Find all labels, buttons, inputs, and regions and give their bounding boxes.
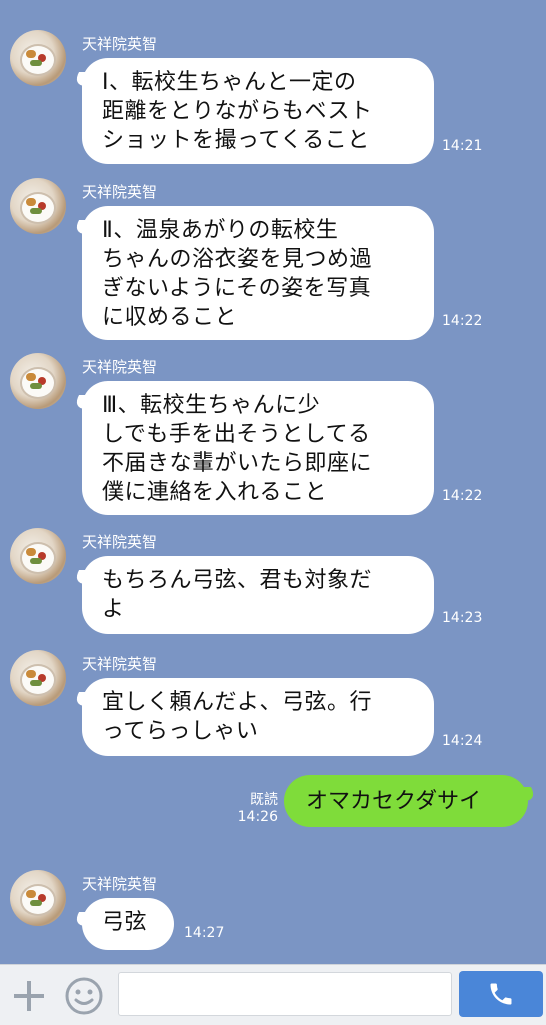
outgoing-bubble[interactable]: オマカセクダサイ: [284, 775, 528, 827]
sender-name: 天祥院英智: [82, 655, 158, 673]
sender-name: 天祥院英智: [82, 533, 158, 551]
message-bubble[interactable]: 宜しく頼んだよ、弓弦。行 ってらっしゃい: [82, 678, 434, 756]
plus-icon[interactable]: [12, 979, 46, 1013]
sender-name: 天祥院英智: [82, 35, 158, 53]
message-bubble[interactable]: もちろん弓弦、君も対象だ よ: [82, 556, 434, 634]
avatar[interactable]: [10, 30, 66, 86]
sender-name: 天祥院英智: [82, 183, 158, 201]
message-time: 14:21: [442, 138, 483, 154]
message-input-bar: [0, 964, 546, 1025]
chat-area[interactable]: 天祥院英智 Ⅰ、転校生ちゃんと一定の 距離をとりながらもベスト ショットを撮って…: [0, 0, 546, 964]
read-label: 既読: [250, 792, 278, 808]
avatar[interactable]: [10, 528, 66, 584]
smiley-icon[interactable]: [64, 976, 104, 1016]
message-input[interactable]: [118, 972, 452, 1016]
message-bubble[interactable]: 弓弦: [82, 898, 174, 950]
sender-name: 天祥院英智: [82, 358, 158, 376]
message-time: 14:26: [237, 809, 278, 825]
avatar[interactable]: [10, 650, 66, 706]
message-time: 14:24: [442, 733, 483, 749]
avatar[interactable]: [10, 353, 66, 409]
message-time: 14:27: [184, 925, 225, 941]
sender-name: 天祥院英智: [82, 875, 158, 893]
message-time: 14:22: [442, 313, 483, 329]
avatar[interactable]: [10, 870, 66, 926]
message-bubble[interactable]: Ⅰ、転校生ちゃんと一定の 距離をとりながらもベスト ショットを撮ってくること: [82, 58, 434, 164]
message-bubble[interactable]: Ⅲ、転校生ちゃんに少 しでも手を出そうとしてる 不届きな輩がいたら即座に 僕に連…: [82, 381, 434, 515]
message-bubble[interactable]: Ⅱ、温泉あがりの転校生 ちゃんの浴衣姿を見つめ過 ぎないようにその姿を写真 に収…: [82, 206, 434, 340]
phone-icon: [490, 983, 512, 1005]
avatar[interactable]: [10, 178, 66, 234]
call-button[interactable]: [459, 971, 543, 1017]
message-time: 14:23: [442, 610, 483, 626]
message-time: 14:22: [442, 488, 483, 504]
read-receipt: 既読 14:26: [228, 792, 278, 826]
